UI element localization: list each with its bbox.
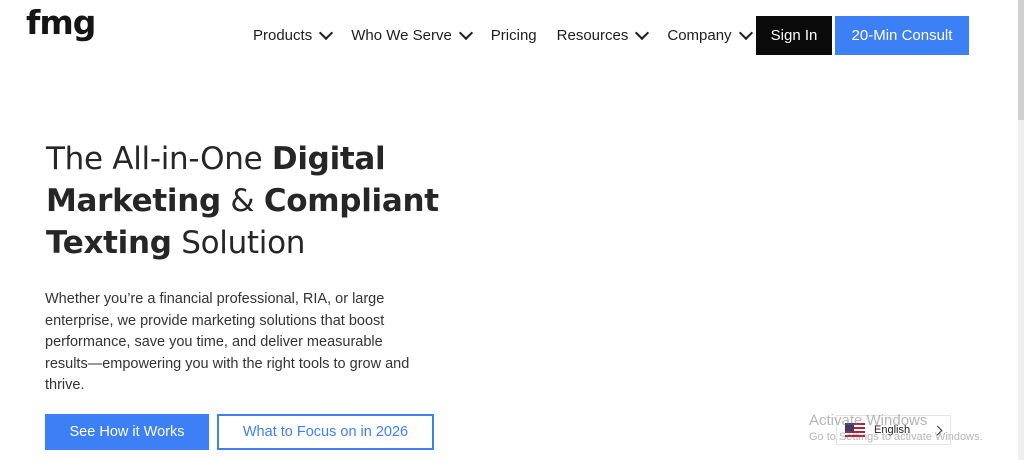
vertical-scrollbar[interactable] (1018, 0, 1024, 460)
chevron-down-icon (738, 25, 753, 40)
nav-item-who-we-serve[interactable]: Who We Serve (351, 25, 473, 44)
nav-label: Who We Serve (351, 26, 452, 44)
page: fmg Products Who We Serve Pricing Resour… (0, 0, 1024, 460)
consult-button[interactable]: 20-Min Consult (835, 16, 969, 55)
hero-description: Whether you’re a financial professional,… (45, 291, 410, 393)
focus-2026-button[interactable]: What to Focus on in 2026 (217, 414, 434, 450)
nav-item-company[interactable]: Company (667, 25, 753, 44)
hero-title-part: Solution (171, 225, 306, 261)
chevron-down-icon (319, 25, 334, 40)
nav-label: Products (253, 26, 313, 44)
nav-label: Pricing (490, 26, 537, 44)
hero-title: The All-in-One Digital Marketing & Compl… (46, 138, 466, 264)
us-flag-icon (845, 423, 865, 437)
chevron-down-icon (458, 25, 473, 40)
chevron-down-icon (635, 25, 650, 40)
scrollbar-thumb[interactable] (1018, 0, 1024, 120)
hero-title-part: The All-in-One (46, 141, 272, 177)
nav-label: Company (667, 26, 732, 44)
language-label: English (874, 424, 911, 436)
nav-item-pricing[interactable]: Pricing (491, 27, 537, 44)
hero-title-part: & (220, 183, 264, 219)
language-selector[interactable]: English (836, 415, 951, 445)
nav-label: Resources (556, 26, 629, 44)
main-nav: Products Who We Serve Pricing Resources … (253, 16, 771, 54)
nav-item-products[interactable]: Products (253, 25, 334, 44)
fmg-logo[interactable]: fmg (26, 6, 96, 39)
site-header: fmg Products Who We Serve Pricing Resour… (0, 0, 1024, 72)
sign-in-button[interactable]: Sign In (756, 16, 832, 55)
chevron-right-icon (932, 425, 943, 435)
nav-item-resources[interactable]: Resources (556, 25, 650, 44)
see-how-it-works-button[interactable]: See How it Works (45, 414, 209, 450)
